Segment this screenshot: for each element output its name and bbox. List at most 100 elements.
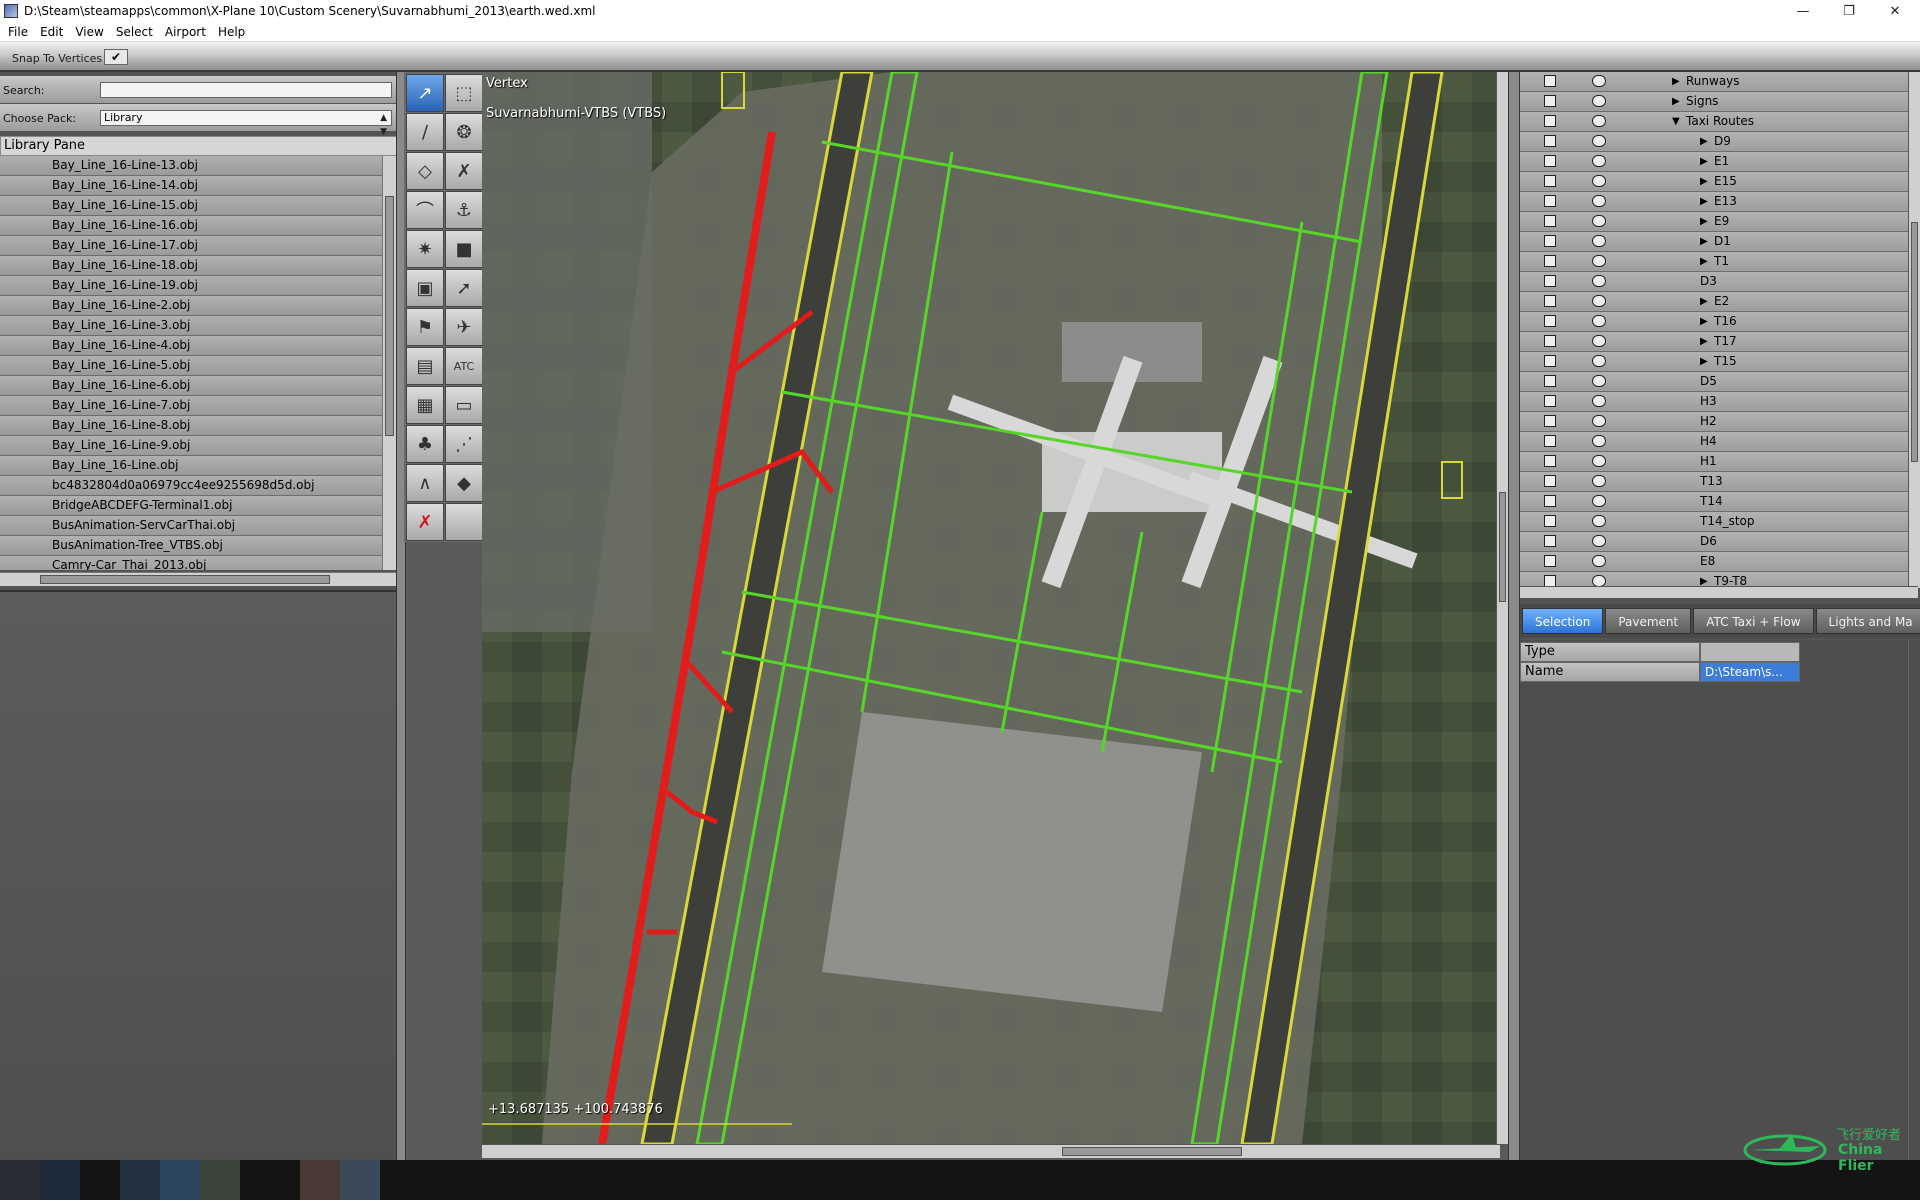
tab-selection[interactable]: Selection <box>1522 608 1604 634</box>
list-item[interactable]: Bay_Line_16-Line-15.obj <box>0 196 382 216</box>
menu-edit[interactable]: Edit <box>34 25 69 39</box>
taskbar-item[interactable] <box>340 1160 380 1200</box>
lock-icon[interactable] <box>1544 435 1556 447</box>
property-vertical-scrollbar[interactable] <box>1908 640 1920 1160</box>
visibility-eye-icon[interactable] <box>1592 235 1606 247</box>
forest-tool-icon[interactable]: ♣ <box>406 425 444 463</box>
choose-pack-dropdown[interactable]: Library ▲ ▼ <box>100 110 392 137</box>
hierarchy-row[interactable]: ▶ T1 <box>1520 252 1908 272</box>
list-item[interactable]: Bay_Line_16-Line-18.obj <box>0 256 382 276</box>
visibility-eye-icon[interactable] <box>1592 555 1606 567</box>
expand-triangle-icon[interactable]: ▶ <box>1700 172 1708 191</box>
hierarchy-row[interactable]: ▶ T15 <box>1520 352 1908 372</box>
list-item[interactable]: Bay_Line_16-Line-9.obj <box>0 436 382 456</box>
menu-airport[interactable]: Airport <box>159 25 212 39</box>
list-item[interactable]: Bay_Line_16-Line-17.obj <box>0 236 382 256</box>
close-button[interactable]: ✕ <box>1872 0 1918 22</box>
scroll-thumb[interactable] <box>1499 492 1506 602</box>
visibility-eye-icon[interactable] <box>1592 475 1606 487</box>
helipad-tool-icon[interactable]: ❂ <box>445 113 483 151</box>
list-item[interactable]: Bay_Line_16-Line-8.obj <box>0 416 382 436</box>
lock-icon[interactable] <box>1544 415 1556 427</box>
property-value[interactable] <box>1700 642 1800 662</box>
object-tool-icon[interactable]: ▣ <box>406 269 444 307</box>
hierarchy-row[interactable]: D3 <box>1520 272 1908 292</box>
hierarchy-row[interactable]: D6 <box>1520 532 1908 552</box>
hierarchy-row[interactable]: ▶ Signs <box>1520 92 1908 112</box>
linestring-tool-icon[interactable]: ∧ <box>406 464 444 502</box>
tab-pavement[interactable]: Pavement <box>1605 608 1692 634</box>
scroll-thumb[interactable] <box>40 575 330 584</box>
taskbar-item[interactable] <box>120 1160 160 1200</box>
visibility-eye-icon[interactable] <box>1592 215 1606 227</box>
visibility-eye-icon[interactable] <box>1592 115 1606 127</box>
lock-icon[interactable] <box>1544 75 1556 87</box>
polygon-tool-icon[interactable]: ▭ <box>445 386 483 424</box>
map-vertical-scrollbar[interactable] <box>1496 72 1508 1144</box>
draped-polygon-tool-icon[interactable]: ◆ <box>445 464 483 502</box>
line-tool-icon[interactable]: ⌒ <box>406 191 444 229</box>
hierarchy-row[interactable]: T13 <box>1520 472 1908 492</box>
startup-tool-icon[interactable]: ⚑ <box>406 308 444 346</box>
expand-triangle-icon[interactable]: ▶ <box>1700 152 1708 171</box>
visibility-eye-icon[interactable] <box>1592 495 1606 507</box>
visibility-eye-icon[interactable] <box>1592 375 1606 387</box>
hierarchy-row[interactable]: ▼ Taxi Routes <box>1520 112 1908 132</box>
lock-icon[interactable] <box>1544 395 1556 407</box>
list-item[interactable]: Bay_Line_16-Line-2.obj <box>0 296 382 316</box>
visibility-eye-icon[interactable] <box>1592 415 1606 427</box>
expand-triangle-icon[interactable]: ▶ <box>1672 92 1680 111</box>
visibility-eye-icon[interactable] <box>1592 315 1606 327</box>
visibility-eye-icon[interactable] <box>1592 395 1606 407</box>
visibility-eye-icon[interactable] <box>1592 135 1606 147</box>
hierarchy-row[interactable]: ▶ E1 <box>1520 152 1908 172</box>
visibility-eye-icon[interactable] <box>1592 335 1606 347</box>
lock-icon[interactable] <box>1544 95 1556 107</box>
lock-icon[interactable] <box>1544 455 1556 467</box>
minimize-button[interactable]: — <box>1780 0 1826 22</box>
lock-icon[interactable] <box>1544 315 1556 327</box>
boundary-tool-icon[interactable]: ✗ <box>445 152 483 190</box>
snap-to-vertices-checkbox[interactable]: ✔ <box>104 49 128 65</box>
lock-icon[interactable] <box>1544 295 1556 307</box>
expand-triangle-icon[interactable]: ▶ <box>1700 212 1708 231</box>
visibility-eye-icon[interactable] <box>1592 195 1606 207</box>
library-list[interactable]: Bay_Line_16-Line-13.obj Bay_Line_16-Line… <box>0 156 382 570</box>
list-item[interactable]: Bay_Line_16-Line-14.obj <box>0 176 382 196</box>
visibility-eye-icon[interactable] <box>1592 75 1606 87</box>
taskbar-item[interactable] <box>0 1160 40 1200</box>
list-item[interactable]: BridgeABCDEFG-Terminal1.obj <box>0 496 382 516</box>
list-item[interactable]: BusAnimation-Tree_VTBS.obj <box>0 536 382 556</box>
windsock-tool-icon[interactable]: ⚓ <box>445 191 483 229</box>
hierarchy-row[interactable]: ▶ E9 <box>1520 212 1908 232</box>
runway-tool-icon[interactable]: ∕ <box>406 113 444 151</box>
list-item[interactable]: Camry-Car_Thai_2013.obj <box>0 556 382 570</box>
list-item[interactable]: Bay_Line_16-Line-5.obj <box>0 356 382 376</box>
hierarchy-row[interactable]: ▶ D9 <box>1520 132 1908 152</box>
scroll-thumb[interactable] <box>385 196 394 436</box>
visibility-eye-icon[interactable] <box>1592 535 1606 547</box>
airport-map-canvas[interactable] <box>482 72 1500 1144</box>
hierarchy-row[interactable]: ▶ D1 <box>1520 232 1908 252</box>
visibility-eye-icon[interactable] <box>1592 275 1606 287</box>
expand-triangle-icon[interactable]: ▶ <box>1700 232 1708 251</box>
string-tool-icon[interactable]: ⋰ <box>445 425 483 463</box>
hierarchy-row[interactable]: ▶ T17 <box>1520 332 1908 352</box>
visibility-eye-icon[interactable] <box>1592 435 1606 447</box>
lock-icon[interactable] <box>1544 135 1556 147</box>
lock-icon[interactable] <box>1544 235 1556 247</box>
hierarchy-row[interactable]: H2 <box>1520 412 1908 432</box>
map-horizontal-scrollbar[interactable] <box>482 1144 1500 1158</box>
taskbar-item[interactable] <box>200 1160 240 1200</box>
visibility-eye-icon[interactable] <box>1592 95 1606 107</box>
expand-triangle-icon[interactable]: ▶ <box>1700 292 1708 311</box>
taskbar-item[interactable] <box>300 1160 340 1200</box>
facade-tool-icon[interactable]: ▤ <box>406 347 444 385</box>
visibility-eye-icon[interactable] <box>1592 515 1606 527</box>
expand-triangle-icon[interactable]: ▶ <box>1672 72 1680 91</box>
hierarchy-row[interactable]: D5 <box>1520 372 1908 392</box>
taxiway-tool-icon[interactable]: ◇ <box>406 152 444 190</box>
map-view[interactable]: Vertex Suvarnabhumi-VTBS (VTBS) +13.6871… <box>482 72 1500 1144</box>
list-item[interactable]: Bay_Line_16-Line-7.obj <box>0 396 382 416</box>
vertex-tool-icon[interactable]: ↗ <box>406 74 444 112</box>
